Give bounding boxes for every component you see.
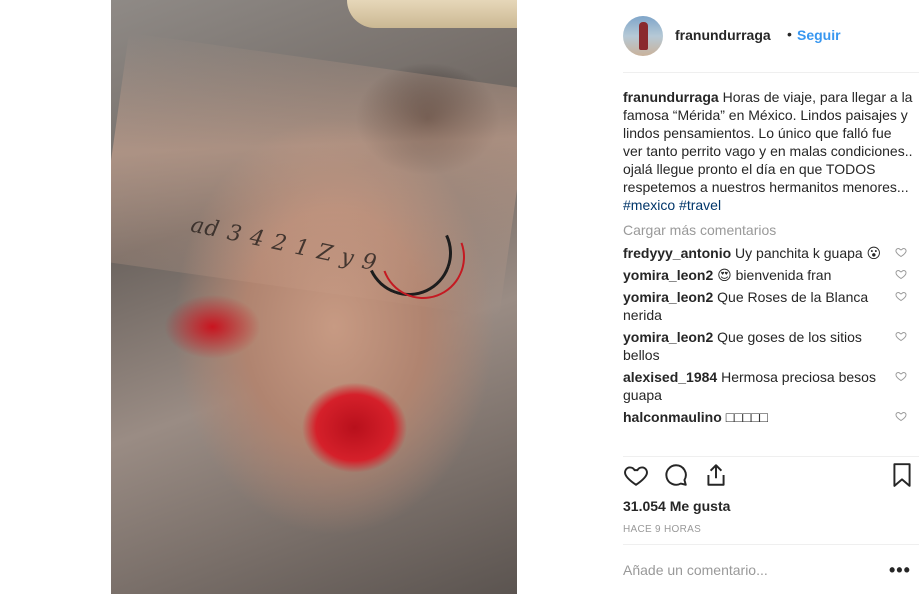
heart-small-icon[interactable] [895, 370, 907, 382]
header-divider [623, 72, 919, 73]
comment-item: yomira_leon2 Que Roses de la Blanca neri… [623, 288, 913, 324]
comment-divider [623, 544, 919, 545]
comment-username[interactable]: alexised_1984 [623, 369, 717, 385]
author-username[interactable]: franundurraga [675, 27, 771, 43]
share-icon[interactable] [703, 462, 729, 488]
hashtag-travel[interactable]: #travel [679, 197, 721, 213]
comment-username[interactable]: yomira_leon2 [623, 267, 713, 283]
heart-small-icon[interactable] [895, 330, 907, 342]
comment-username[interactable]: yomira_leon2 [623, 329, 713, 345]
comment-text: 😍 bienvenida fran [717, 267, 832, 283]
comment-text: □□□□□ [725, 409, 768, 425]
actions-divider [623, 456, 919, 457]
load-more-comments-button[interactable]: Cargar más comentarios [623, 220, 913, 240]
comment-item: fredyyy_antonio Uy panchita k guapa 😮 [623, 244, 913, 262]
post-timestamp[interactable]: HACE 9 HORAS [623, 524, 701, 535]
hashtag-mexico[interactable]: #mexico [623, 197, 675, 213]
post-caption: franundurraga Horas de viaje, para llega… [623, 88, 913, 214]
caption-username[interactable]: franundurraga [623, 89, 719, 105]
post-actions [623, 462, 913, 492]
comments-list[interactable]: franundurraga Horas de viaje, para llega… [623, 88, 913, 456]
avatar[interactable] [623, 16, 663, 56]
comment-text: Uy panchita k guapa 😮 [735, 245, 882, 261]
heart-icon[interactable] [623, 462, 649, 488]
post-side-panel: franundurraga • Seguir franundurraga Hor… [607, 0, 919, 594]
comment-icon[interactable] [663, 462, 689, 488]
post-photo[interactable]: ad 3 4 2 1 Z y 9 [111, 0, 517, 594]
heart-small-icon[interactable] [895, 410, 907, 422]
comment-username[interactable]: yomira_leon2 [623, 289, 713, 305]
likes-count[interactable]: 31.054 Me gusta [623, 498, 730, 514]
header-separator: • [787, 26, 792, 42]
more-options-button[interactable]: ••• [889, 560, 911, 581]
comment-item: yomira_leon2 😍 bienvenida fran [623, 266, 913, 284]
heart-small-icon[interactable] [895, 268, 907, 280]
heart-small-icon[interactable] [895, 290, 907, 302]
heart-small-icon[interactable] [895, 246, 907, 258]
bookmark-icon[interactable] [889, 462, 915, 488]
comment-item: yomira_leon2 Que goses de los sitios bel… [623, 328, 913, 364]
post-header: franundurraga • Seguir [623, 16, 919, 56]
comment-username[interactable]: halconmaulino [623, 409, 722, 425]
comment-item: alexised_1984 Hermosa preciosa besos gua… [623, 368, 913, 404]
comment-item: halconmaulino □□□□□ [623, 408, 913, 426]
comment-username[interactable]: fredyyy_antonio [623, 245, 731, 261]
add-comment-input[interactable]: Añade un comentario... [623, 562, 768, 578]
hat-brim [347, 0, 517, 28]
follow-button[interactable]: Seguir [797, 27, 841, 43]
